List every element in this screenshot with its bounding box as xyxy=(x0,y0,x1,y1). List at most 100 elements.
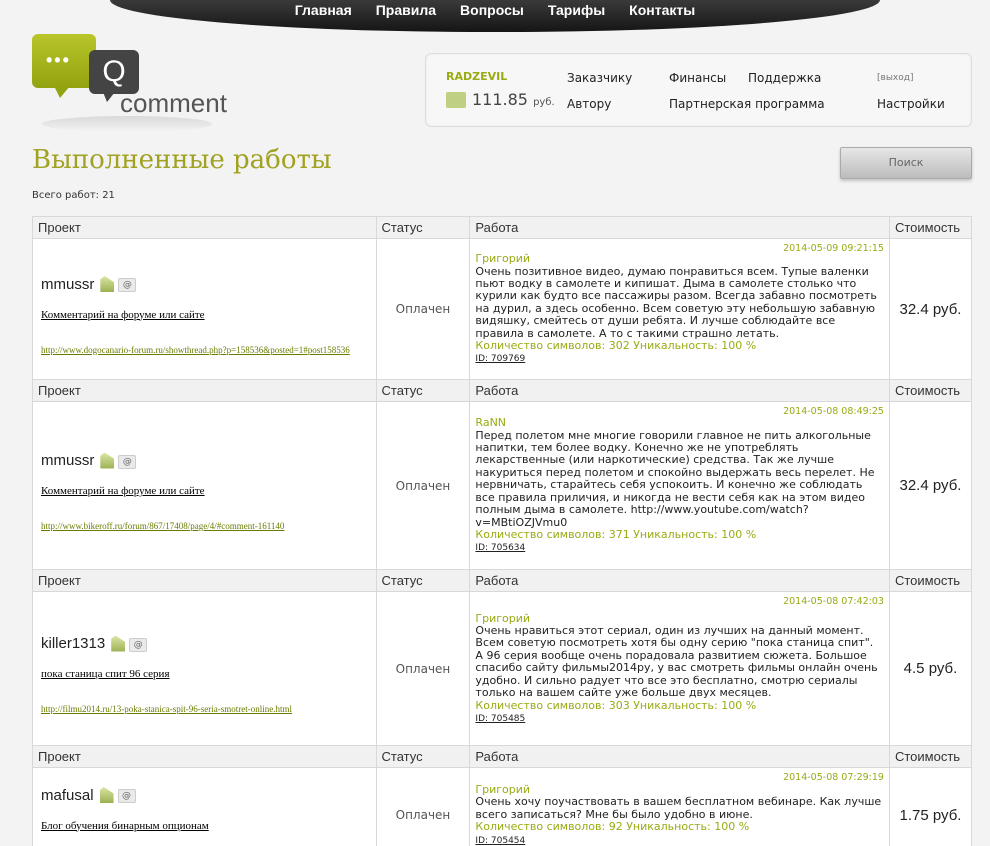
nav-rules[interactable]: Правила xyxy=(364,0,448,32)
works-table: Проект Статус Работа Стоимость mmussr @ Коммен… xyxy=(32,216,973,846)
logo-reflection xyxy=(42,116,212,132)
top-navigation: Главная Правила Вопросы Тарифы Контакты xyxy=(110,0,880,32)
link-finance[interactable]: Финансы xyxy=(669,71,726,85)
status-cell: Оплачен xyxy=(375,238,471,380)
user-panel: RADZEVIL 111.85 руб. Заказчику Автору Фи… xyxy=(425,53,972,127)
work-date: 2014-05-08 08:49:25 xyxy=(783,406,884,417)
project-cell: killer1313 @ пока станица спит 96 серия htt… xyxy=(32,591,377,746)
site-logo[interactable]: ••• Q comment xyxy=(32,34,247,132)
work-stats: Количество символов: 92 Уникальность: 10… xyxy=(475,820,750,834)
work-id-link[interactable]: ID: 705454 xyxy=(475,835,525,846)
header-project: Проект xyxy=(32,745,377,768)
document-icon[interactable] xyxy=(100,452,115,469)
work-text: Очень хочу поучаствовать в вашем бесплат… xyxy=(475,795,882,821)
link-logout[interactable]: [выход] xyxy=(877,73,914,83)
chat-bubble-icon: ••• xyxy=(32,34,96,98)
status-cell: Оплачен xyxy=(375,767,471,846)
header-cost: Стоимость xyxy=(888,745,973,768)
header-cost: Стоимость xyxy=(888,569,973,592)
table-header-row: Проект Статус Работа Стоимость xyxy=(32,569,973,592)
table-header-row: Проект Статус Работа Стоимость xyxy=(32,216,973,239)
customer-name[interactable]: mafusal xyxy=(41,787,94,804)
work-date: 2014-05-08 07:42:03 xyxy=(783,596,884,607)
customer-name[interactable]: mmussr xyxy=(41,276,94,293)
table-row: mafusal @ Блог обучения бинарным опционам О… xyxy=(32,767,973,846)
header-status: Статус xyxy=(375,216,471,239)
link-partner-program[interactable]: Партнерская программа xyxy=(669,97,825,111)
work-author[interactable]: RaNN xyxy=(475,416,884,429)
table-header-row: Проект Статус Работа Стоимость xyxy=(32,379,973,402)
status-cell: Оплачен xyxy=(375,401,471,570)
project-title-link[interactable]: Блог обучения бинарным опционам xyxy=(41,820,368,832)
header-cost: Стоимость xyxy=(888,379,973,402)
table-header-row: Проект Статус Работа Стоимость xyxy=(32,745,973,768)
project-url-link[interactable]: http://www.dogocanario-forum.ru/showthre… xyxy=(41,345,368,355)
work-cell: Григорий 2014-05-09 09:21:15 Очень позитив… xyxy=(469,238,890,380)
work-date: 2014-05-09 09:21:15 xyxy=(783,243,884,254)
work-stats: Количество символов: 371 Уникальность: 1… xyxy=(475,527,757,541)
work-id-link[interactable]: ID: 705485 xyxy=(475,713,525,725)
wallet-icon xyxy=(446,92,466,108)
project-cell: mafusal @ Блог обучения бинарным опционам xyxy=(32,767,377,846)
project-cell: mmussr @ Комментарий на форуме или сайте ht… xyxy=(32,401,377,570)
work-date: 2014-05-08 07:29:19 xyxy=(783,772,884,783)
message-icon[interactable]: @ xyxy=(117,789,136,803)
table-row: mmussr @ Комментарий на форуме или сайте ht… xyxy=(32,401,973,570)
message-icon[interactable]: @ xyxy=(129,637,148,652)
header-work: Работа xyxy=(469,569,890,592)
total-works: Всего работ: 21 xyxy=(32,190,115,201)
link-author[interactable]: Автору xyxy=(567,97,611,111)
message-icon[interactable]: @ xyxy=(118,278,137,292)
header-status: Статус xyxy=(375,379,471,402)
work-stats: Количество символов: 303 Уникальность: 1… xyxy=(475,698,757,712)
header-status: Статус xyxy=(375,569,471,592)
customer-name[interactable]: killer1313 xyxy=(41,635,105,652)
status-cell: Оплачен xyxy=(375,591,471,746)
header-project: Проект xyxy=(32,379,377,402)
project-url-link[interactable]: http://www.bikeroff.ru/forum/867/17408/p… xyxy=(41,521,368,531)
document-icon[interactable] xyxy=(100,276,115,292)
customer-name[interactable]: mmussr xyxy=(41,452,94,469)
link-support[interactable]: Поддержка xyxy=(748,71,821,85)
page-title: Выполненные работы xyxy=(32,145,332,175)
header-work: Работа xyxy=(469,216,890,239)
link-settings[interactable]: Настройки xyxy=(877,97,945,111)
project-title-link[interactable]: Комментарий на форуме или сайте xyxy=(41,485,368,497)
project-title-link[interactable]: Комментарий на форуме или сайте xyxy=(41,309,368,321)
price-cell: 32.4 руб. xyxy=(888,238,973,380)
nav-contacts[interactable]: Контакты xyxy=(617,0,707,32)
work-text: Перед полетом мне многие говорили главно… xyxy=(475,428,875,529)
document-icon[interactable] xyxy=(111,635,126,652)
link-customer[interactable]: Заказчику xyxy=(567,71,632,85)
table-row: mmussr @ Комментарий на форуме или сайте ht… xyxy=(32,238,973,380)
table-row: killer1313 @ пока станица спит 96 серия htt… xyxy=(32,591,973,746)
work-id-link[interactable]: ID: 705634 xyxy=(475,542,525,554)
nav-tariffs[interactable]: Тарифы xyxy=(536,0,617,32)
work-cell: RaNN 2014-05-08 08:49:25 Перед полетом мне… xyxy=(469,401,890,570)
header-work: Работа xyxy=(469,745,890,768)
balance: 111.85 руб. xyxy=(472,90,555,109)
header-work: Работа xyxy=(469,379,890,402)
work-id-link[interactable]: ID: 709769 xyxy=(475,353,525,365)
price-cell: 1.75 руб. xyxy=(888,767,973,846)
project-url-link[interactable]: http://filmu2014.ru/13-poka-stanica-spit… xyxy=(41,704,368,714)
header-status: Статус xyxy=(375,745,471,768)
price-cell: 4.5 руб. xyxy=(888,591,973,746)
work-cell: Григорий 2014-05-08 07:42:03 Очень нравить… xyxy=(469,591,890,746)
document-icon[interactable] xyxy=(99,787,114,803)
header-project: Проект xyxy=(32,216,377,239)
header-project: Проект xyxy=(32,569,377,592)
work-text: Очень нравиться этот сериал, один из луч… xyxy=(475,624,878,700)
project-title-link[interactable]: пока станица спит 96 серия xyxy=(41,668,368,680)
header-cost: Стоимость xyxy=(888,216,973,239)
logo-wordmark: comment xyxy=(120,88,227,118)
nav-questions[interactable]: Вопросы xyxy=(448,0,536,32)
project-cell: mmussr @ Комментарий на форуме или сайте ht… xyxy=(32,238,377,380)
username[interactable]: RADZEVIL xyxy=(446,70,507,83)
work-cell: Григорий 2014-05-08 07:29:19 Очень хочу по… xyxy=(469,767,890,846)
search-button[interactable]: Поиск xyxy=(840,147,972,179)
price-cell: 32.4 руб. xyxy=(888,401,973,570)
work-text: Очень позитивное видео, думаю понравитьс… xyxy=(475,264,877,340)
nav-home[interactable]: Главная xyxy=(283,0,364,32)
message-icon[interactable]: @ xyxy=(118,454,137,469)
